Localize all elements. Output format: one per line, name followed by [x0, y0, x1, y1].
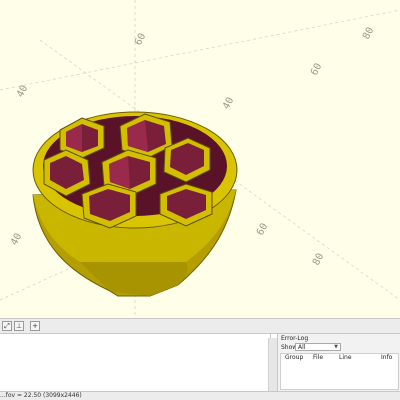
show-select[interactable]: All ▼: [295, 343, 341, 351]
axis-tick-label: 60: [255, 222, 270, 238]
axis-tick-label: 40: [221, 96, 236, 112]
error-log-title: Error-Log: [281, 335, 309, 342]
axis-tick-label: 40: [9, 232, 24, 248]
status-bar: ...fov = 22.50 (3099x2446): [0, 391, 400, 400]
axis-tick-label: 40: [15, 84, 30, 100]
column-header-group[interactable]: Group: [285, 354, 303, 361]
console-panel[interactable]: [0, 334, 271, 391]
model-render: [32, 111, 238, 297]
view-all-icon[interactable]: ⤢: [2, 321, 12, 331]
axis-tick-label: 80: [311, 252, 326, 268]
column-header-line[interactable]: Line: [339, 354, 352, 361]
axis-tick-label: 80: [361, 26, 376, 42]
axes-icon[interactable]: ⊥: [14, 321, 24, 331]
column-header-info[interactable]: Info: [381, 354, 392, 361]
viewport-toolbar: ⤢ ⊥ +: [0, 318, 400, 334]
chevron-down-icon: ▼: [334, 344, 338, 350]
crosshairs-icon[interactable]: +: [30, 321, 40, 331]
console-scrollbar[interactable]: [268, 338, 277, 391]
error-log-table[interactable]: Group File Line Info: [280, 353, 399, 390]
axis-tick-label: 60: [309, 62, 324, 78]
viewport-scene: 40 60 40 60 80 40 60 80: [0, 0, 400, 318]
3d-viewport[interactable]: 40 60 40 60 80 40 60 80: [0, 0, 400, 318]
show-select-value: All: [298, 344, 306, 351]
show-filter-row: Show All ▼: [281, 343, 341, 351]
column-header-file[interactable]: File: [313, 354, 323, 361]
axis-tick-label: 60: [133, 32, 148, 48]
status-text: ...fov = 22.50 (3099x2446): [0, 392, 82, 399]
axis-line: [0, 9, 400, 91]
error-log-panel: Error-Log Show All ▼ Group File Line Inf…: [277, 334, 400, 391]
